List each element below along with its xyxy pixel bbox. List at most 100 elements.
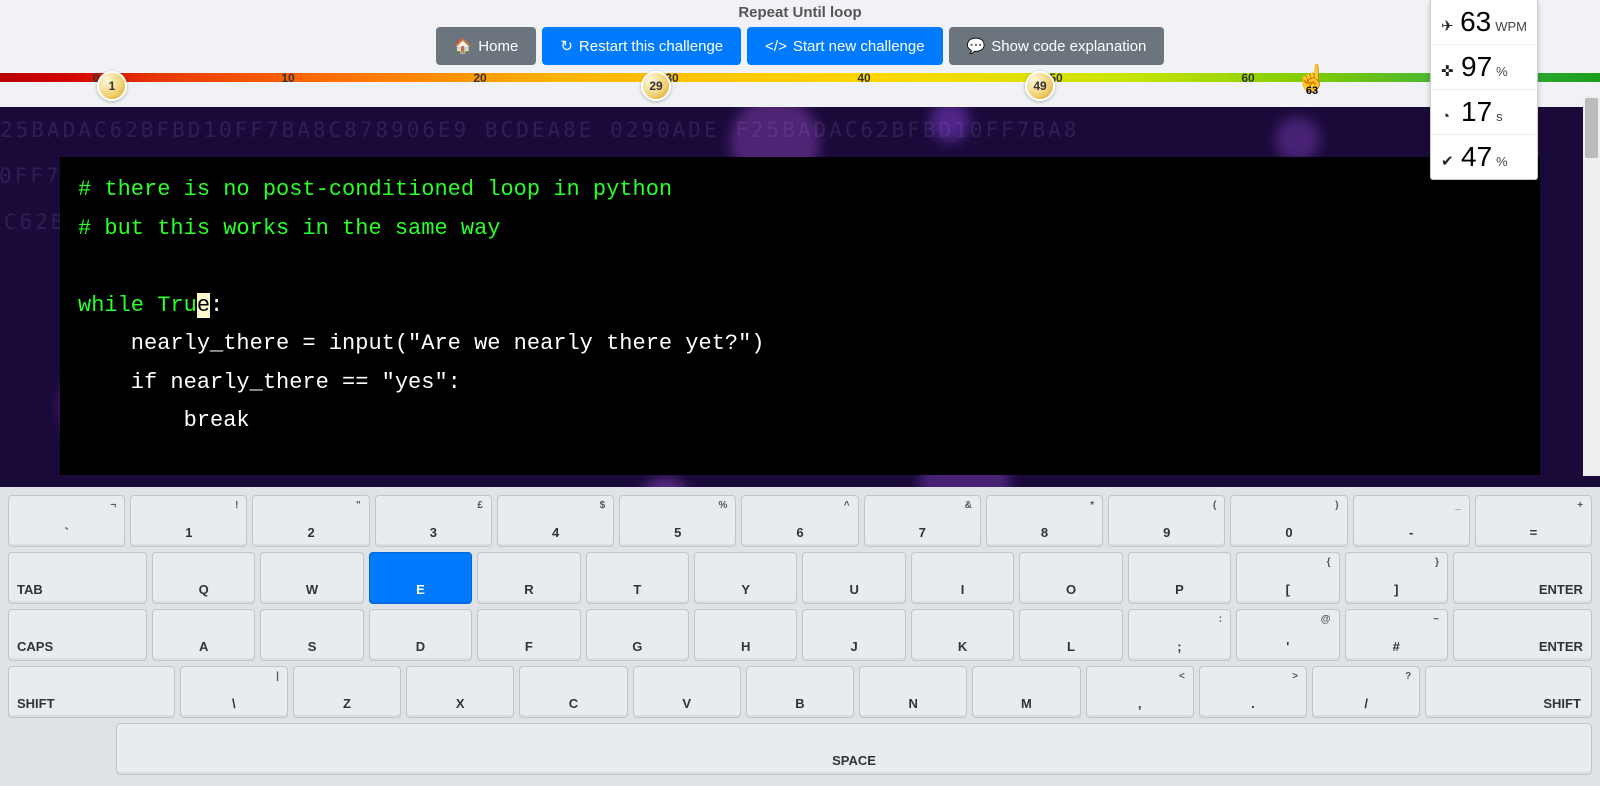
- explain-button[interactable]: 💬 Show code explanation: [949, 27, 1165, 65]
- key-t[interactable]: T: [586, 552, 689, 604]
- key-label: 3: [376, 525, 491, 540]
- key-[interactable]: /?: [1312, 666, 1420, 718]
- key-[interactable]: `¬: [8, 495, 125, 547]
- key-label: ]: [1346, 582, 1447, 597]
- key-label: \: [181, 696, 287, 711]
- key-tab[interactable]: TAB: [8, 552, 147, 604]
- key-3[interactable]: 3£: [375, 495, 492, 547]
- key-label: `: [9, 525, 124, 540]
- key-x[interactable]: X: [406, 666, 514, 718]
- key-[interactable]: ,<: [1086, 666, 1194, 718]
- key-y[interactable]: Y: [694, 552, 797, 604]
- new-challenge-button[interactable]: </> Start new challenge: [747, 27, 942, 65]
- key-label: I: [912, 582, 1013, 597]
- wpm-pointer: ☝ 63: [1296, 63, 1328, 94]
- key-2[interactable]: 2": [252, 495, 369, 547]
- key-1[interactable]: 1!: [130, 495, 247, 547]
- key-[interactable]: #~: [1345, 609, 1448, 661]
- key-label: SHIFT: [17, 696, 55, 711]
- key-[interactable]: ]}: [1345, 552, 1448, 604]
- key-z[interactable]: Z: [293, 666, 401, 718]
- wpm-value: 63: [1460, 6, 1491, 38]
- key-[interactable]: \|: [180, 666, 288, 718]
- key-v[interactable]: V: [633, 666, 741, 718]
- key-c[interactable]: C: [519, 666, 627, 718]
- key-w[interactable]: W: [260, 552, 363, 604]
- new-label: Start new challenge: [793, 38, 925, 55]
- key-label: -: [1354, 525, 1469, 540]
- key-shift[interactable]: SHIFT: [8, 666, 175, 718]
- progress-tick: 20: [473, 71, 486, 85]
- key-enter[interactable]: ENTER: [1453, 552, 1592, 604]
- key-h[interactable]: H: [694, 609, 797, 661]
- key-[interactable]: .>: [1199, 666, 1307, 718]
- key-f[interactable]: F: [477, 609, 580, 661]
- key-[interactable]: [{: [1236, 552, 1339, 604]
- key-k[interactable]: K: [911, 609, 1014, 661]
- restart-button[interactable]: ↻ Restart this challenge: [542, 27, 741, 65]
- home-button[interactable]: 🏠 Home: [436, 27, 537, 65]
- key-5[interactable]: 5%: [619, 495, 736, 547]
- accuracy-unit: %: [1496, 64, 1508, 79]
- key-caps[interactable]: CAPS: [8, 609, 147, 661]
- key-4[interactable]: 4$: [497, 495, 614, 547]
- key-[interactable]: '@: [1236, 609, 1339, 661]
- key-label: L: [1020, 639, 1121, 654]
- key-label: A: [153, 639, 254, 654]
- key-alt-label: }: [1435, 557, 1439, 568]
- correct-value: 47: [1461, 141, 1492, 173]
- key-label: =: [1476, 525, 1591, 540]
- key-label: 4: [498, 525, 613, 540]
- key-d[interactable]: D: [369, 609, 472, 661]
- key-alt-label: &: [965, 500, 972, 511]
- key-label: 1: [131, 525, 246, 540]
- key-label: [: [1237, 582, 1338, 597]
- key-shift[interactable]: SHIFT: [1425, 666, 1592, 718]
- key-label: ': [1237, 639, 1338, 654]
- key-i[interactable]: I: [911, 552, 1014, 604]
- key-r[interactable]: R: [477, 552, 580, 604]
- key-j[interactable]: J: [802, 609, 905, 661]
- key-a[interactable]: A: [152, 609, 255, 661]
- key-alt-label: +: [1577, 500, 1583, 511]
- key-9[interactable]: 9(: [1108, 495, 1225, 547]
- code-typed: while Tru: [78, 293, 197, 318]
- key-[interactable]: =+: [1475, 495, 1592, 547]
- key-label: TAB: [17, 582, 43, 597]
- key-[interactable]: ;:: [1128, 609, 1231, 661]
- key-6[interactable]: 6^: [741, 495, 858, 547]
- key-alt-label: :: [1219, 614, 1222, 625]
- code-area: 25BADAC62BFBD10FF7BA8C878906E9 BCDEA8E 0…: [0, 107, 1600, 497]
- key-alt-label: {: [1327, 557, 1331, 568]
- code-cursor: e: [197, 293, 210, 318]
- key-p[interactable]: P: [1128, 552, 1231, 604]
- key-[interactable]: -_: [1353, 495, 1470, 547]
- home-icon: 🏠: [454, 37, 473, 55]
- code-editor[interactable]: # there is no post-conditioned loop in p…: [60, 157, 1540, 475]
- key-g[interactable]: G: [586, 609, 689, 661]
- stat-wpm: ✈ 63 WPM: [1431, 0, 1537, 45]
- scrollbar[interactable]: [1583, 96, 1600, 476]
- explain-label: Show code explanation: [991, 38, 1146, 55]
- key-0[interactable]: 0): [1230, 495, 1347, 547]
- key-7[interactable]: 7&: [864, 495, 981, 547]
- key-m[interactable]: M: [972, 666, 1080, 718]
- key-label: C: [520, 696, 626, 711]
- key-label: X: [407, 696, 513, 711]
- key-space[interactable]: SPACE: [116, 723, 1592, 775]
- key-enter[interactable]: ENTER: [1453, 609, 1592, 661]
- key-b[interactable]: B: [746, 666, 854, 718]
- key-u[interactable]: U: [802, 552, 905, 604]
- key-alt-label: >: [1292, 671, 1298, 682]
- key-label: B: [747, 696, 853, 711]
- key-n[interactable]: N: [859, 666, 967, 718]
- key-8[interactable]: 8*: [986, 495, 1103, 547]
- key-q[interactable]: Q: [152, 552, 255, 604]
- key-o[interactable]: O: [1019, 552, 1122, 604]
- scrollbar-thumb[interactable]: [1585, 98, 1598, 158]
- key-s[interactable]: S: [260, 609, 363, 661]
- key-label: U: [803, 582, 904, 597]
- key-l[interactable]: L: [1019, 609, 1122, 661]
- key-alt-label: ): [1335, 500, 1338, 511]
- key-e[interactable]: E: [369, 552, 472, 604]
